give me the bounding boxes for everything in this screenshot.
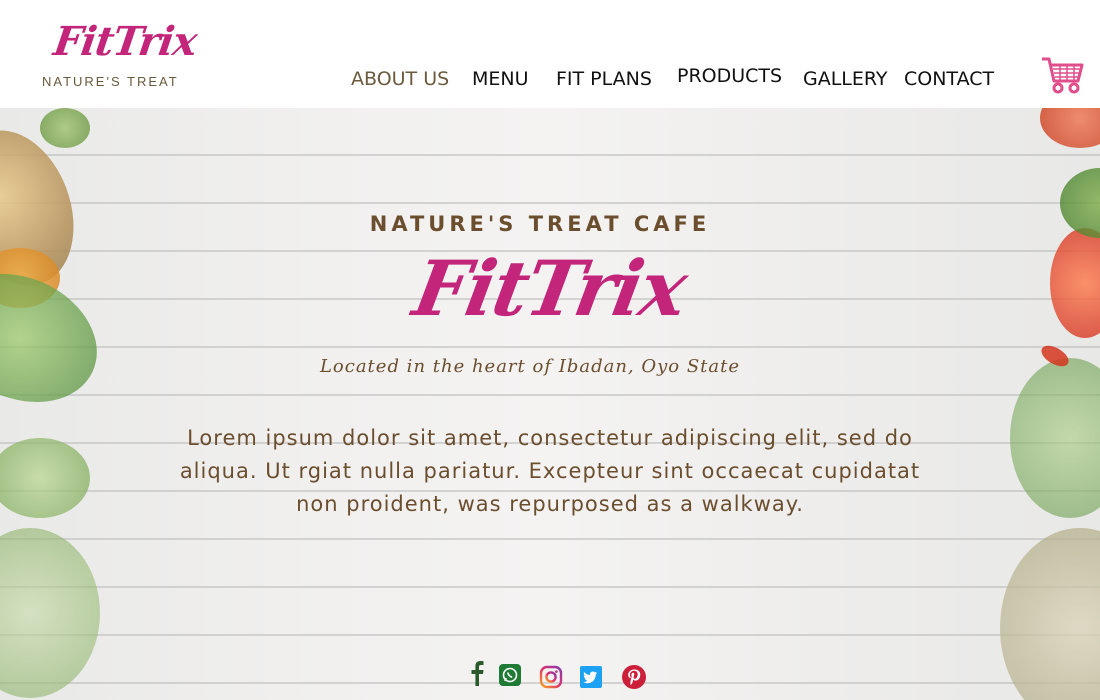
nav-menu[interactable]: MENU xyxy=(472,68,529,90)
social-links xyxy=(466,660,666,696)
facebook-icon[interactable] xyxy=(470,660,484,690)
logo-subtitle: NATURE'S TREAT xyxy=(42,74,179,89)
vegetable-decoration xyxy=(0,528,100,698)
nav-products[interactable]: PRODUCTS xyxy=(677,65,782,87)
site-header: FitTrix NATURE'S TREAT ABOUT US MENU FIT… xyxy=(0,0,1100,108)
nav-fit-plans[interactable]: FIT PLANS xyxy=(556,68,652,90)
hero-eyebrow: NATURE'S TREAT CAFE xyxy=(369,212,711,236)
pinterest-icon[interactable] xyxy=(622,665,646,693)
vegetable-decoration xyxy=(1000,528,1100,700)
vegetable-decoration xyxy=(1040,108,1100,148)
hero-title: FitTrix xyxy=(0,244,1100,333)
nav-contact[interactable]: CONTACT xyxy=(904,68,994,90)
whatsapp-icon[interactable] xyxy=(499,664,521,690)
logo[interactable]: FitTrix NATURE'S TREAT xyxy=(40,18,199,94)
vegetable-decoration xyxy=(0,438,90,518)
logo-text: FitTrix xyxy=(50,18,200,65)
vegetable-decoration xyxy=(1010,358,1100,518)
shopping-cart-icon[interactable] xyxy=(1040,55,1084,95)
instagram-icon[interactable] xyxy=(539,665,563,693)
nav-gallery[interactable]: GALLERY xyxy=(803,68,888,90)
vegetable-decoration xyxy=(40,108,90,148)
hero-description: Lorem ipsum dolor sit amet, consectetur … xyxy=(179,426,921,516)
twitter-icon[interactable] xyxy=(580,666,602,692)
nav-about-us[interactable]: ABOUT US xyxy=(351,68,449,90)
hero-tagline: Located in the heart of Ibadan, Oyo Stat… xyxy=(319,356,741,377)
hero-section: NATURE'S TREAT CAFE FitTrix Located in t… xyxy=(0,108,1100,700)
hero-title-text: FitTrix xyxy=(407,244,693,333)
